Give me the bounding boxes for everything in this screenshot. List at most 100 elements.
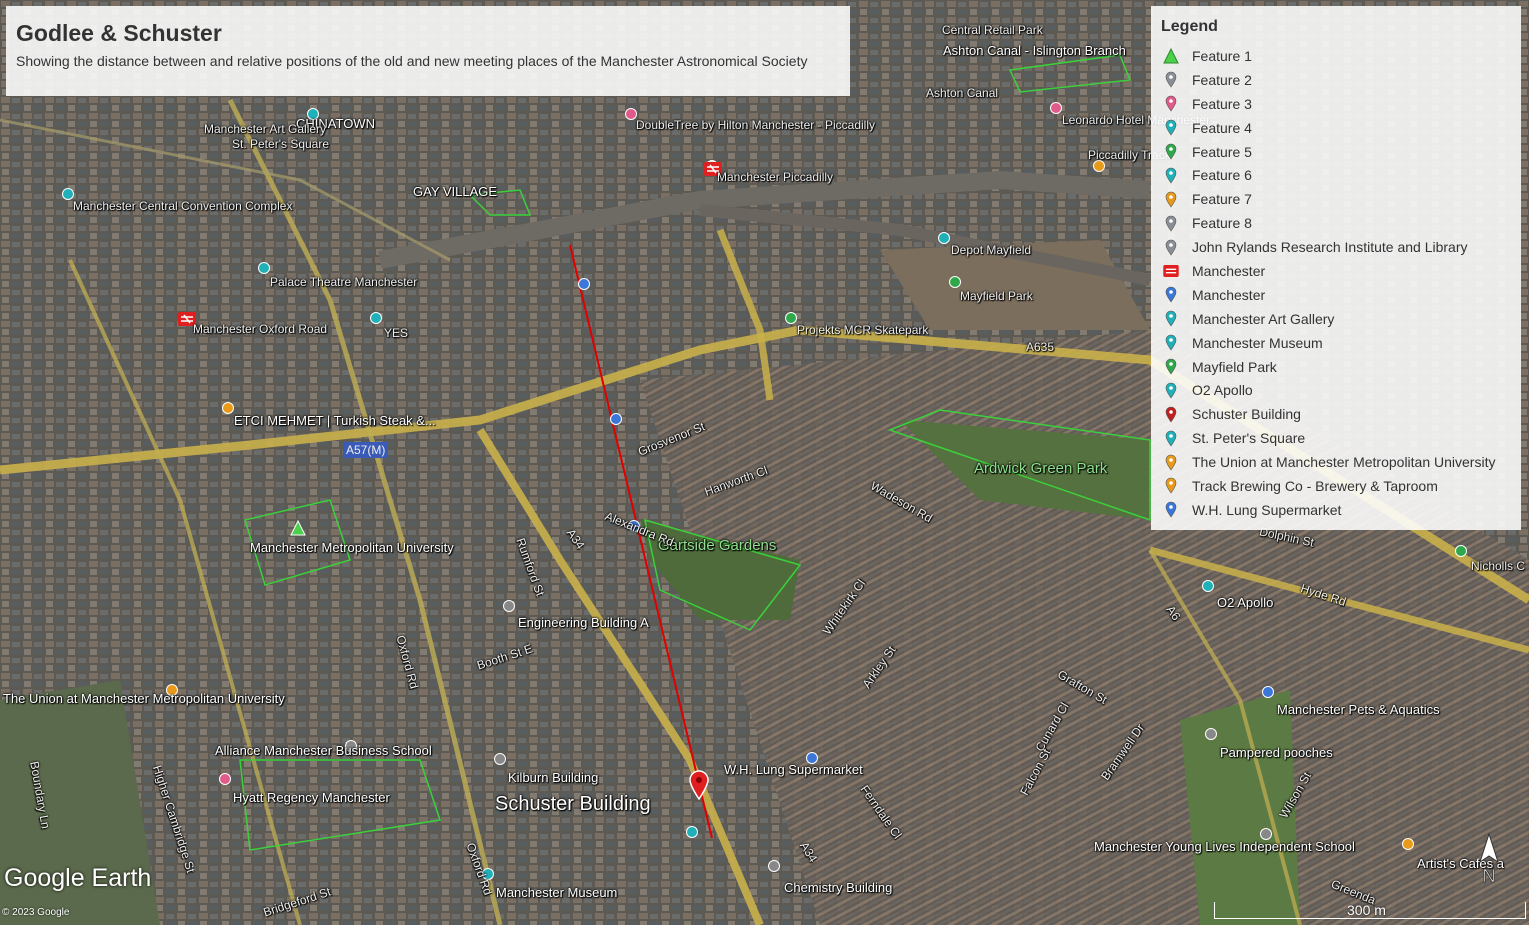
map-label: Ashton Canal - Islington Branch (943, 43, 1126, 58)
poi-pin[interactable] (1455, 545, 1467, 557)
poi-pin[interactable] (949, 276, 961, 288)
poi-pin[interactable] (768, 860, 780, 872)
pin-green-icon (1161, 358, 1181, 376)
map-label: O2 Apollo (1217, 595, 1274, 610)
legend-item[interactable]: Feature 5 (1161, 140, 1495, 164)
map-label: Pampered pooches (1220, 745, 1333, 760)
poi-pin[interactable] (494, 753, 506, 765)
map-label: Chemistry Building (784, 880, 893, 895)
map-label: Central Retail Park (942, 23, 1043, 37)
legend-item-label: John Rylands Research Institute and Libr… (1192, 239, 1468, 256)
legend-item-label: Feature 5 (1192, 143, 1252, 160)
poi-pin[interactable] (1202, 580, 1214, 592)
legend-item[interactable]: Feature 7 (1161, 187, 1495, 211)
map-label: The Union at Manchester Metropolitan Uni… (3, 691, 285, 706)
copyright-text: © 2023 Google (2, 907, 70, 918)
map-label: Nicholls C (1471, 559, 1526, 573)
legend-item-label: St. Peter's Square (1192, 430, 1306, 447)
map-label: Kilburn Building (508, 770, 599, 785)
poi-pin[interactable] (503, 600, 515, 612)
pin-teal-icon (1161, 429, 1181, 447)
legend-item[interactable]: Manchester Museum (1161, 331, 1495, 355)
poi-pin[interactable] (219, 773, 231, 785)
pin-grey-icon (1161, 214, 1181, 232)
poi-pin[interactable] (938, 232, 950, 244)
poi-pin[interactable] (370, 312, 382, 324)
map-label: Mayfield Park (960, 289, 1033, 303)
map-label: DoubleTree by Hilton Manchester - Piccad… (636, 118, 875, 132)
rail-icon-icon (1161, 262, 1181, 280)
pin-green-icon (1161, 143, 1181, 161)
pin-red-icon (1161, 405, 1181, 423)
map-label: Manchester Oxford Road (193, 322, 328, 336)
map-label: Manchester Museum (496, 885, 618, 900)
park-triangle-icon[interactable] (290, 520, 306, 536)
legend-item[interactable]: Manchester Art Gallery (1161, 307, 1495, 331)
poi-pin[interactable] (258, 262, 270, 274)
legend-item-label: Feature 7 (1192, 191, 1252, 208)
legend-item[interactable]: Feature 1 (1161, 44, 1495, 68)
legend-item[interactable]: Feature 6 (1161, 163, 1495, 187)
pin-teal-icon (1161, 119, 1181, 137)
legend-item[interactable]: W.H. Lung Supermarket (1161, 498, 1495, 522)
pin-blue-icon (1161, 286, 1181, 304)
pin-teal-icon (1161, 310, 1181, 328)
legend-item-label: Feature 3 (1192, 95, 1252, 112)
schuster-marker-icon[interactable] (689, 770, 709, 800)
poi-pin[interactable] (222, 402, 234, 414)
poi-pin[interactable] (1050, 102, 1062, 114)
pin-grey-icon (1161, 238, 1181, 256)
poi-pin[interactable] (686, 826, 698, 838)
map-label: Palace Theatre Manchester (270, 275, 418, 289)
poi-pin[interactable] (1262, 686, 1274, 698)
legend-item-label: Feature 1 (1192, 47, 1252, 64)
pin-teal-icon (1161, 334, 1181, 352)
poi-pin[interactable] (578, 278, 590, 290)
legend-item[interactable]: Feature 3 (1161, 92, 1495, 116)
map-label: Manchester Pets & Aquatics (1277, 702, 1440, 717)
page-title: Godlee & Schuster (16, 20, 222, 46)
legend-item-label: O2 Apollo (1192, 382, 1253, 399)
legend-item-label: Feature 8 (1192, 215, 1252, 232)
pin-orange-icon (1161, 477, 1181, 495)
legend-item[interactable]: St. Peter's Square (1161, 426, 1495, 450)
legend-item[interactable]: Feature 8 (1161, 211, 1495, 235)
legend-item-label: Feature 6 (1192, 167, 1252, 184)
legend-item-label: Manchester (1192, 286, 1266, 303)
pin-grey-icon (1161, 71, 1181, 89)
map-label: Alliance Manchester Business School (215, 743, 432, 758)
poi-pin[interactable] (1402, 838, 1414, 850)
legend-item-label: Track Brewing Co - Brewery & Taproom (1192, 477, 1438, 494)
map-label: Ashton Canal (926, 86, 999, 100)
legend-item[interactable]: Track Brewing Co - Brewery & Taproom (1161, 474, 1495, 498)
legend-item-label: Manchester Museum (1192, 334, 1323, 351)
legend-item[interactable]: The Union at Manchester Metropolitan Uni… (1161, 450, 1495, 474)
map-label: ETCI MEHMET | Turkish Steak &... (234, 413, 436, 428)
legend-item[interactable]: Feature 2 (1161, 68, 1495, 92)
legend-item[interactable]: Manchester (1161, 259, 1495, 283)
legend-item[interactable]: Feature 4 (1161, 116, 1495, 140)
pin-teal-icon (1161, 166, 1181, 184)
page-subtitle: Showing the distance between and relativ… (16, 53, 808, 69)
compass-north-icon[interactable]: N (1476, 832, 1502, 886)
triangle-green-icon (1161, 47, 1181, 65)
map-label: GAY VILLAGE (413, 184, 498, 199)
pin-pink-icon (1161, 95, 1181, 113)
map-label: Manchester Art Gallery (204, 122, 327, 136)
map-label: YES (384, 326, 409, 340)
legend-item-label: Feature 4 (1192, 119, 1252, 136)
legend-title: Legend (1161, 18, 1218, 35)
map-label: A57(M) (343, 442, 389, 458)
legend-item[interactable]: John Rylands Research Institute and Libr… (1161, 235, 1495, 259)
legend-item[interactable]: Manchester (1161, 283, 1495, 307)
legend-item[interactable]: Mayfield Park (1161, 355, 1495, 379)
poi-pin[interactable] (1205, 728, 1217, 740)
poi-pin[interactable] (785, 312, 797, 324)
legend-item-label: Mayfield Park (1192, 358, 1277, 375)
pin-orange-icon (1161, 453, 1181, 471)
legend-item-label: Feature 2 (1192, 71, 1252, 88)
legend-item[interactable]: Schuster Building (1161, 402, 1495, 426)
legend-item[interactable]: O2 Apollo (1161, 378, 1495, 402)
poi-pin[interactable] (610, 413, 622, 425)
legend-item-label: W.H. Lung Supermarket (1192, 501, 1342, 518)
